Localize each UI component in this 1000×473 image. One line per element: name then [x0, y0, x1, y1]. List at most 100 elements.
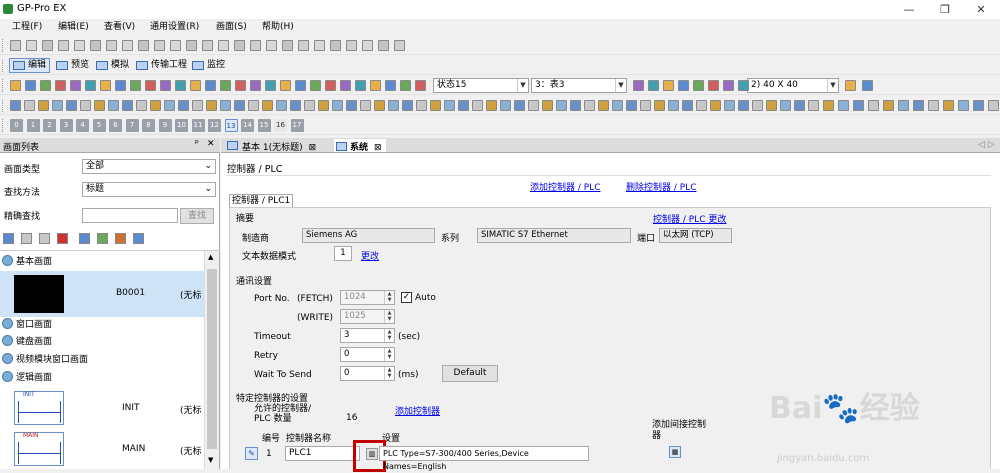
toolbar-tool-icon[interactable]: [234, 100, 245, 111]
state-number-button[interactable]: 9: [158, 119, 172, 132]
toolbar-tool-icon[interactable]: [24, 100, 35, 111]
toolbar-tool-icon[interactable]: [654, 100, 665, 111]
add-controller-link[interactable]: 添加控制器: [395, 404, 440, 417]
state-number-button[interactable]: 12: [208, 119, 221, 132]
state-number-button[interactable]: 13: [224, 119, 238, 132]
toolbar-tool-icon[interactable]: [130, 80, 141, 91]
toolbar-tool-icon[interactable]: [708, 80, 719, 91]
toolbar-tool-icon[interactable]: [682, 100, 693, 111]
mode-simulate-button[interactable]: 模拟: [92, 58, 133, 73]
toolbar-tool-icon[interactable]: [648, 80, 659, 91]
screen-list-tool-icon[interactable]: [3, 233, 14, 244]
text-mode-change-link[interactable]: 更改: [361, 249, 379, 262]
toolbar-tool-icon[interactable]: [693, 80, 704, 91]
add-indirect-icon[interactable]: ▦: [669, 446, 681, 458]
toolbar-tool-icon[interactable]: [402, 100, 413, 111]
close-tab-icon[interactable]: ⊠: [374, 143, 382, 153]
toolbar-tool-icon[interactable]: [122, 100, 133, 111]
screen-list-tool-icon[interactable]: [21, 233, 32, 244]
toolbar-tool-icon[interactable]: [794, 100, 805, 111]
toolbar-tool-icon[interactable]: [10, 100, 21, 111]
toolbar-tool-icon[interactable]: [913, 100, 924, 111]
edit-controller-icon[interactable]: ✎: [245, 447, 258, 460]
toolbar-tool-icon[interactable]: [276, 100, 287, 111]
toolbar-tool-icon[interactable]: [663, 80, 674, 91]
toolbar-tool-icon[interactable]: [290, 100, 301, 111]
toolbar-tool-icon[interactable]: [838, 100, 849, 111]
toolbar-tool-icon[interactable]: [150, 100, 161, 111]
toolbar-tool-icon[interactable]: [52, 100, 63, 111]
toolbar-tool-icon[interactable]: [862, 80, 873, 91]
toolbar-tool-icon[interactable]: [330, 40, 341, 51]
tree-logic-screens[interactable]: 逻辑画面: [2, 370, 52, 386]
state-number-button[interactable]: 5: [92, 119, 106, 132]
delete-plc-link[interactable]: 删除控制器 / PLC: [626, 180, 696, 193]
screen-list-tool-icon[interactable]: [97, 233, 108, 244]
toolbar-tool-icon[interactable]: [310, 80, 321, 91]
state-select[interactable]: 状态15 ▼: [433, 78, 529, 93]
scroll-down-icon[interactable]: ▼: [208, 456, 213, 464]
toolbar-tool-icon[interactable]: [282, 40, 293, 51]
toolbar-tool-icon[interactable]: [25, 80, 36, 91]
screen-list-tool-icon[interactable]: [39, 233, 50, 244]
toolbar-tool-icon[interactable]: [374, 100, 385, 111]
toolbar-tool-icon[interactable]: [362, 40, 373, 51]
retry-input[interactable]: 0 ▲ ▼: [340, 347, 395, 362]
spinner-icon[interactable]: ▲ ▼: [384, 348, 394, 361]
toolbar-tool-icon[interactable]: [823, 100, 834, 111]
toolbar-tool-icon[interactable]: [218, 40, 229, 51]
table-select[interactable]: 3：表3 ▼: [531, 78, 627, 93]
toolbar-tool-icon[interactable]: [115, 80, 126, 91]
toolbar-tool-icon[interactable]: [710, 100, 721, 111]
toolbar-tool-icon[interactable]: [325, 80, 336, 91]
toolbar-tool-icon[interactable]: [500, 100, 511, 111]
toolbar-tool-icon[interactable]: [458, 100, 469, 111]
toolbar-tool-icon[interactable]: [55, 80, 66, 91]
default-button[interactable]: Default: [442, 365, 498, 382]
toolbar-tool-icon[interactable]: [178, 100, 189, 111]
toolbar-tool-icon[interactable]: [360, 100, 371, 111]
list-item-init[interactable]: INIT INIT (无标: [0, 388, 204, 428]
screen-list-tool-icon[interactable]: [115, 233, 126, 244]
toolbar-tool-icon[interactable]: [394, 40, 405, 51]
toolbar-tool-icon[interactable]: [598, 100, 609, 111]
screen-list-scrollbar[interactable]: ▲ ▼: [204, 251, 219, 469]
toolbar-tool-icon[interactable]: [346, 40, 357, 51]
menu-view[interactable]: 查看(V): [104, 21, 135, 34]
toolbar-tool-icon[interactable]: [766, 100, 777, 111]
menu-help[interactable]: 帮助(H): [262, 21, 294, 34]
toolbar-tool-icon[interactable]: [90, 40, 101, 51]
toolbar-tool-icon[interactable]: [192, 100, 203, 111]
menu-edit[interactable]: 编辑(E): [58, 21, 89, 34]
screen-list-tool-icon[interactable]: [57, 233, 68, 244]
toolbar-tool-icon[interactable]: [70, 80, 81, 91]
toolbar-tool-icon[interactable]: [584, 100, 595, 111]
tab-nav-arrows[interactable]: ◁ ▷: [978, 140, 995, 150]
toolbar-tool-icon[interactable]: [80, 100, 91, 111]
close-button[interactable]: ✕: [965, 0, 997, 19]
toolbar-tool-icon[interactable]: [265, 80, 276, 91]
toolbar-tool-icon[interactable]: [220, 100, 231, 111]
controller-name-field[interactable]: PLC1: [285, 446, 360, 461]
state-number-button[interactable]: 17: [290, 119, 304, 132]
toolbar-tool-icon[interactable]: [74, 40, 85, 51]
toolbar-tool-icon[interactable]: [206, 100, 217, 111]
toolbar-tool-icon[interactable]: [780, 100, 791, 111]
mode-edit-button[interactable]: 编辑: [9, 58, 51, 73]
toolbar-tool-icon[interactable]: [346, 100, 357, 111]
toolbar-tool-icon[interactable]: [332, 100, 343, 111]
auto-checkbox[interactable]: ✓: [401, 292, 412, 303]
search-method-select[interactable]: 标题 ⌄: [82, 182, 216, 197]
tree-keypad-screens[interactable]: 键盘画面: [2, 334, 52, 350]
toolbar-tool-icon[interactable]: [668, 100, 679, 111]
menu-screen[interactable]: 画面(S): [216, 21, 247, 34]
toolbar-tool-icon[interactable]: [94, 100, 105, 111]
toolbar-tool-icon[interactable]: [202, 40, 213, 51]
scroll-up-icon[interactable]: ▲: [208, 253, 213, 261]
toolbar-tool-icon[interactable]: [723, 80, 734, 91]
toolbar-tool-icon[interactable]: [973, 100, 984, 111]
toolbar-tool-icon[interactable]: [26, 40, 37, 51]
toolbar-tool-icon[interactable]: [988, 100, 999, 111]
close-tab-icon[interactable]: ⊠: [309, 143, 317, 153]
toolbar-tool-icon[interactable]: [205, 80, 216, 91]
